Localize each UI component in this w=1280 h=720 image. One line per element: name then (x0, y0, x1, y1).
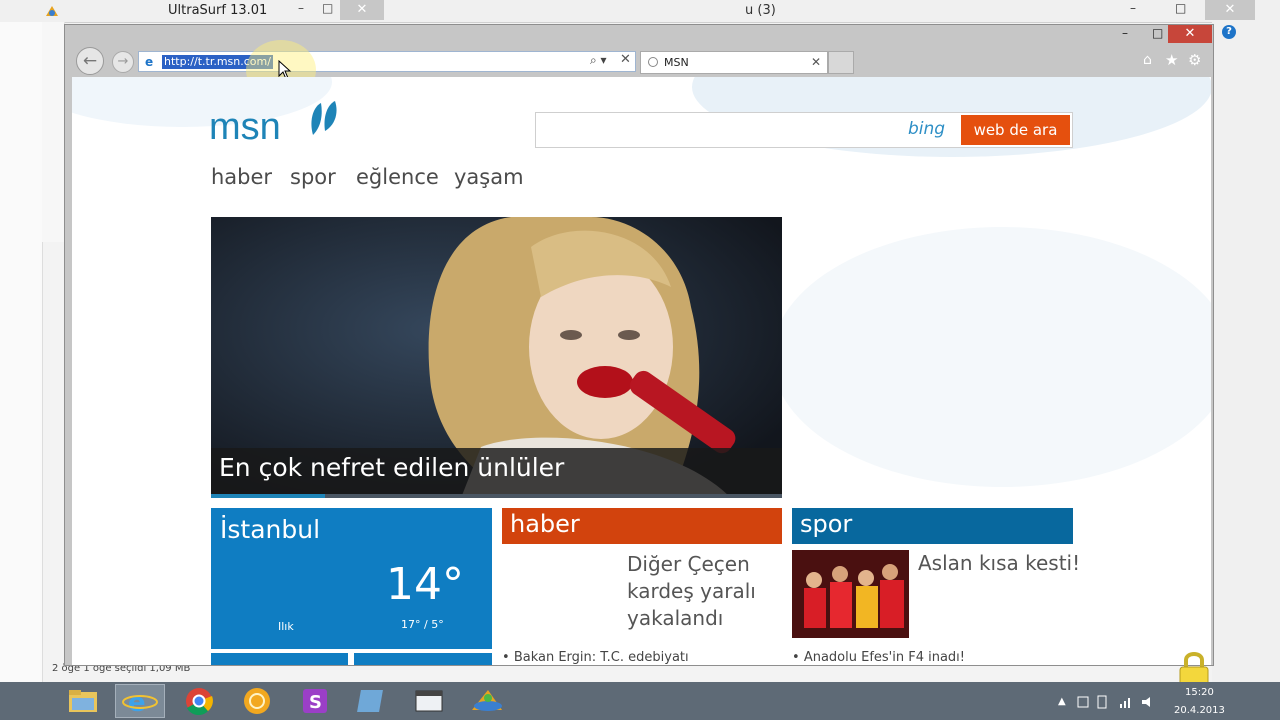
maximize-button-u3[interactable]: □ (1175, 1, 1186, 15)
window-title: UltraSurf 13.01 (168, 3, 268, 18)
taskbar-app-button[interactable] (404, 684, 454, 718)
haber-headline[interactable]: Diğer Çeçen kardeş yaralı yakalandı (627, 551, 787, 632)
nav-haber[interactable]: haber (211, 165, 272, 189)
weather-temperature: 14° (386, 559, 464, 610)
weather-city: İstanbul (220, 515, 321, 544)
explorer-left-pane (0, 22, 43, 682)
ie-minimize-button[interactable]: – (1122, 26, 1128, 40)
tab-label[interactable]: MSN (664, 56, 689, 69)
nav-spor[interactable]: spor (290, 165, 336, 189)
msn-wordmark: msn (209, 106, 281, 148)
bullet-icon: • (792, 650, 804, 665)
taskbar-app-button[interactable] (232, 684, 282, 718)
tab-close-icon[interactable]: ✕ (811, 55, 821, 69)
svg-text:S: S (309, 692, 322, 713)
explorer-right-pane (1212, 22, 1280, 682)
ie-maximize-button[interactable]: □ (1152, 26, 1163, 40)
taskbar-ie-button[interactable]: e (115, 684, 165, 718)
spor-photo (792, 550, 909, 638)
svg-text:e: e (145, 55, 153, 68)
taskbar-chrome-button[interactable] (174, 684, 224, 718)
chrome-icon (186, 688, 213, 716)
spor-section-title[interactable]: spor (800, 510, 852, 538)
favorites-icon[interactable]: ★ (1165, 51, 1178, 69)
system-tray-icons[interactable] (1076, 694, 1156, 710)
show-hidden-icons-button[interactable]: ▲ (1058, 696, 1066, 707)
orange-circle-app-icon (244, 688, 270, 714)
taskbar-app-button[interactable] (348, 684, 398, 718)
close-button[interactable]: ✕ (340, 0, 384, 20)
weather-range: 17° / 5° (401, 618, 444, 631)
clock-time[interactable]: 15:20 (1185, 687, 1214, 698)
spor-list-item[interactable]: • Anadolu Efes'in F4 inadı! (792, 650, 965, 665)
close-button-u3[interactable]: ✕ (1205, 0, 1255, 20)
bing-logo: bing (908, 119, 946, 139)
hero-caption[interactable]: En çok nefret edilen ünlüler (219, 453, 564, 482)
haber-list-item[interactable]: • Bakan Ergin: T.C. edebiyatı (502, 650, 689, 665)
internet-explorer-icon: e (122, 688, 158, 718)
nav-yasam[interactable]: yaşam (454, 165, 524, 189)
new-tab-button[interactable] (828, 51, 854, 74)
haber-section-title[interactable]: haber (510, 510, 580, 538)
forward-button[interactable]: → (112, 51, 134, 73)
second-window-titlebar (390, 0, 1280, 23)
slideshow-indicator[interactable] (211, 494, 782, 498)
ultrasurf-icon (472, 690, 502, 711)
slideshow-indicator-active (211, 494, 325, 498)
help-icon[interactable]: ? (1222, 25, 1236, 39)
nav-eglence[interactable]: eğlence (356, 165, 439, 189)
weather-forecast-tile[interactable] (211, 653, 348, 665)
svg-text:e: e (128, 688, 146, 717)
web-search-button[interactable]: web de ara (961, 115, 1070, 145)
search-dropdown-icon[interactable]: ⌕ ▾ (590, 53, 607, 68)
maximize-button[interactable]: □ (322, 1, 333, 15)
spor-headline[interactable]: Aslan kısa kesti! (918, 551, 1080, 575)
home-icon[interactable]: ⌂ (1143, 52, 1152, 68)
purple-app-icon: S (303, 689, 327, 713)
msn-logo[interactable]: msn (209, 97, 349, 151)
minimize-button-u3[interactable]: – (1130, 1, 1136, 15)
stop-icon[interactable]: ✕ (620, 52, 631, 67)
haber-list-item-text[interactable]: Bakan Ergin: T.C. edebiyatı (514, 650, 689, 665)
ultrasurf-app-icon (46, 6, 58, 16)
spor-thumbnail[interactable] (792, 550, 909, 638)
back-button[interactable]: ← (76, 47, 104, 75)
tools-icon[interactable]: ⚙ (1188, 51, 1201, 69)
loading-icon (648, 57, 658, 67)
taskbar-app-button[interactable]: S (290, 684, 340, 718)
window-title-u3: u (3) (745, 3, 776, 18)
spor-list-item-text[interactable]: Anadolu Efes'in F4 inadı! (804, 650, 965, 665)
ie-close-button[interactable]: ✕ (1168, 25, 1212, 43)
minimize-button[interactable]: – (298, 1, 304, 15)
notes-app-icon (357, 690, 383, 712)
ie-page-icon: e (145, 55, 153, 68)
weather-condition: Ilık (278, 620, 294, 633)
bullet-icon: • (502, 650, 514, 665)
explorer-nav-panel (42, 22, 65, 242)
taskbar-ultrasurf-button[interactable] (462, 684, 512, 718)
clock-date[interactable]: 20.4.2013 (1174, 705, 1225, 716)
page-viewport: msn bing web de ara haber spor eğlence y… (72, 77, 1211, 665)
window-app-icon (415, 690, 443, 712)
weather-forecast-tile[interactable] (354, 653, 492, 665)
taskbar-explorer-button[interactable] (58, 684, 108, 718)
file-explorer-icon (69, 690, 97, 712)
